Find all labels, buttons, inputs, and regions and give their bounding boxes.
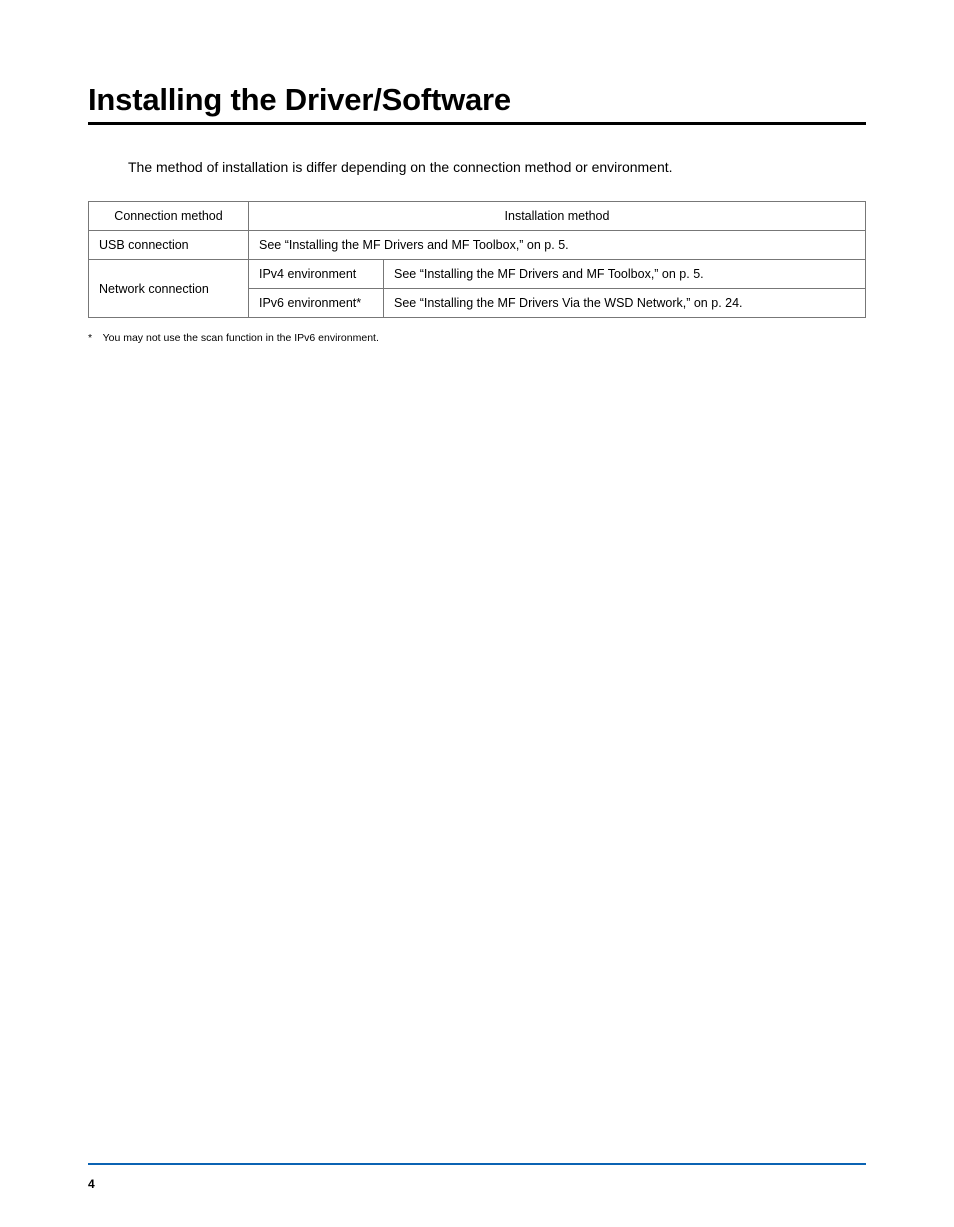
page-number: 4 — [88, 1177, 95, 1191]
cell-network-label: Network connection — [89, 260, 249, 318]
header-installation-method: Installation method — [249, 202, 866, 231]
table-row: Network connection IPv4 environment See … — [89, 260, 866, 289]
header-connection-method: Connection method — [89, 202, 249, 231]
footnote: * You may not use the scan function in t… — [88, 332, 866, 344]
cell-usb-value: See “Installing the MF Drivers and MF To… — [249, 231, 866, 260]
table-row: USB connection See “Installing the MF Dr… — [89, 231, 866, 260]
table-header-row: Connection method Installation method — [89, 202, 866, 231]
footer-rule — [88, 1163, 866, 1165]
install-method-table: Connection method Installation method US… — [88, 201, 866, 318]
cell-ipv4-value: See “Installing the MF Drivers and MF To… — [384, 260, 866, 289]
cell-ipv4-env: IPv4 environment — [249, 260, 384, 289]
cell-ipv6-value: See “Installing the MF Drivers Via the W… — [384, 289, 866, 318]
page-heading: Installing the Driver/Software — [88, 82, 866, 125]
cell-usb-label: USB connection — [89, 231, 249, 260]
intro-paragraph: The method of installation is differ dep… — [128, 159, 866, 175]
cell-ipv6-env: IPv6 environment* — [249, 289, 384, 318]
